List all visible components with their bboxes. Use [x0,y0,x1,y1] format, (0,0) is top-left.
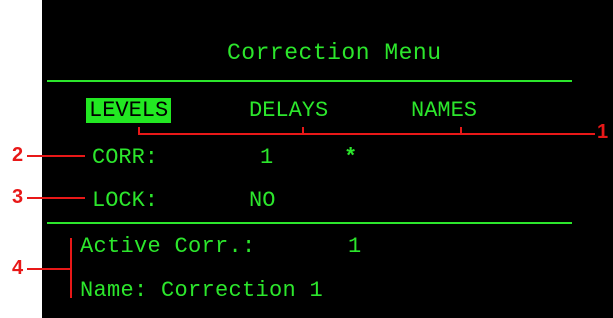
corr-value[interactable]: 1 [260,145,273,170]
callout-4-line [27,268,70,270]
active-corr-label: Active Corr.: [80,234,256,259]
tab-levels[interactable]: LEVELS [86,98,172,123]
name-value: Correction 1 [161,278,324,303]
callout-4-bracket [70,238,72,298]
callout-1-tick-right [460,127,462,135]
lcd-screen: Correction Menu LEVELS DELAYS NAMES CORR… [42,0,613,318]
menu-title: Correction Menu [227,40,442,66]
callout-1-number: 1 [597,121,609,143]
name-label: Name: [80,278,148,303]
callout-2-line [27,155,85,157]
top-divider [47,80,572,82]
callout-1-tick-mid [302,127,304,135]
callout-1-bracket [138,133,595,135]
lock-value[interactable]: NO [249,188,275,213]
tab-delays[interactable]: DELAYS [249,98,328,123]
callout-2-number: 2 [12,144,24,166]
corr-label: CORR: [92,145,159,170]
active-corr-value: 1 [348,234,362,259]
lock-label: LOCK: [92,188,159,213]
callout-1-tick-left [138,127,140,135]
tab-names[interactable]: NAMES [411,98,477,123]
callout-4-number: 4 [12,257,24,279]
callout-3-line [27,197,85,199]
bottom-divider [47,222,572,224]
corr-active-marker: * [344,145,358,170]
callout-3-number: 3 [12,186,24,208]
